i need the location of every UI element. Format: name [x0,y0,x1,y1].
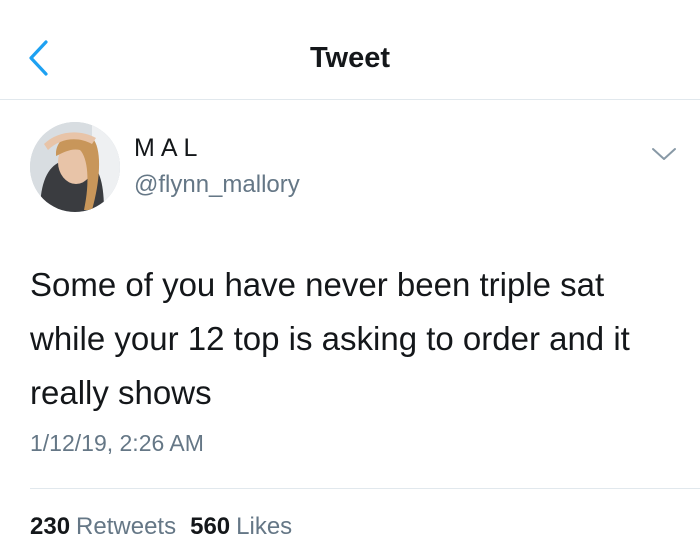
tweet-timestamp: 1/12/19, 2:26 AM [30,430,204,456]
tweet-text-line: while your 12 top is asking to order and… [30,320,630,357]
tweet-text-line: really shows [30,374,212,411]
avatar[interactable] [30,122,120,212]
tweet-text: Some of you have never been triple sat w… [30,258,680,420]
divider [30,488,700,489]
likes-stat[interactable]: 560 Likes [190,513,292,541]
page-title: Tweet [309,42,391,74]
avatar-photo [30,122,120,212]
engagement-stats: 230 Retweets 560 Likes [30,513,292,541]
likes-label: Likes [236,513,293,540]
chevron-down-icon [652,148,676,160]
tweet-detail-screen: Tweet MAL @flynn_mallory Some of you hav… [0,0,700,560]
display-name[interactable]: MAL [134,134,203,163]
retweets-stat[interactable]: 230 Retweets [30,513,176,541]
more-options-button[interactable] [646,140,682,168]
tweet-text-line: Some of you have never been triple sat [30,266,605,303]
retweets-count: 230 [30,513,71,540]
user-handle[interactable]: @flynn_mallory [134,171,300,199]
likes-count: 560 [190,513,231,540]
retweets-label: Retweets [76,513,177,540]
top-bar: Tweet [0,0,700,100]
